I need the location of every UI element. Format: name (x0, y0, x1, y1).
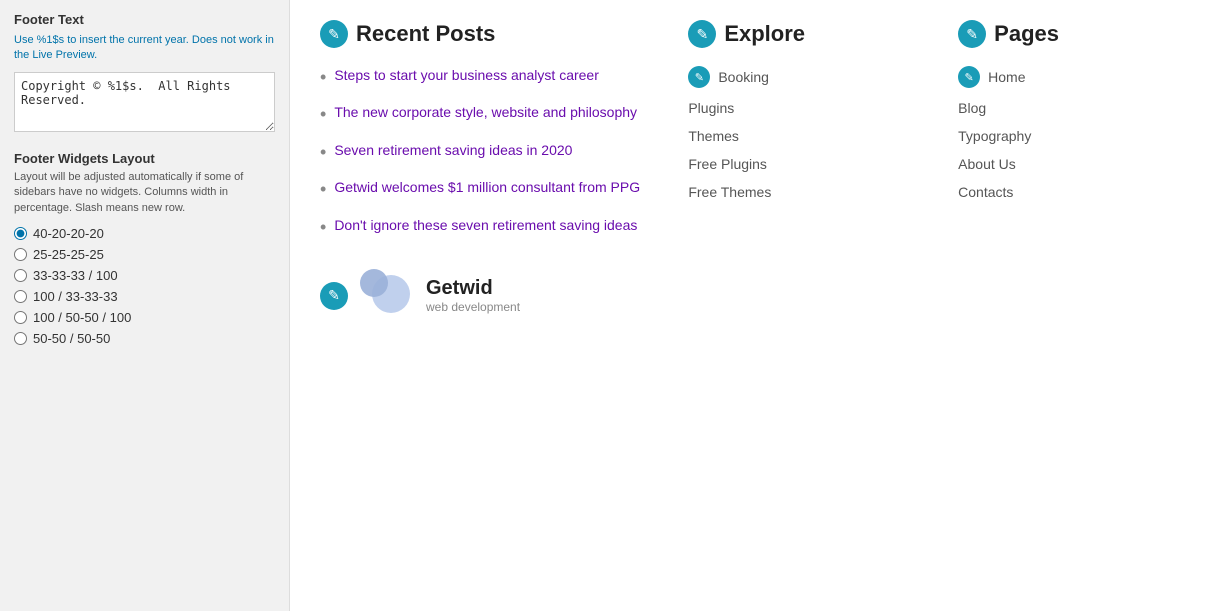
list-item: Typography (958, 128, 1188, 144)
explore-item-icon[interactable]: ✎ (688, 66, 710, 88)
pages-header: ✎ Pages (958, 20, 1188, 48)
getwid-brand: ✎ Getwid web development (320, 269, 648, 323)
list-item: ✎ Home (958, 66, 1188, 88)
explore-item-plugins: Plugins (688, 100, 734, 116)
footer-text-input[interactable]: Copyright © %1$s. All Rights Reserved. (14, 72, 275, 132)
pages-item-typography: Typography (958, 128, 1031, 144)
getwid-text: Getwid web development (426, 277, 520, 314)
explore-widget: ✎ Explore ✎ Booking Plugins Themes Free … (688, 20, 918, 212)
layout-option-1[interactable]: 40-20-20-20 (14, 226, 275, 241)
list-item: Free Themes (688, 184, 918, 200)
list-item: Free Plugins (688, 156, 918, 172)
getwid-edit-icon[interactable]: ✎ (320, 282, 348, 310)
bullet-icon: • (320, 103, 326, 126)
list-item: Contacts (958, 184, 1188, 200)
explore-item-free-themes: Free Themes (688, 184, 771, 200)
explore-header: ✎ Explore (688, 20, 918, 48)
pages-list: ✎ Home Blog Typography About Us Contacts (958, 66, 1188, 200)
bullet-icon: • (320, 216, 326, 239)
explore-item-themes: Themes (688, 128, 739, 144)
footer-text-label: Footer Text (14, 12, 275, 27)
getwid-subtitle: web development (426, 300, 520, 314)
recent-posts-header: ✎ Recent Posts (320, 20, 648, 48)
bullet-icon: • (320, 66, 326, 89)
post-link-1[interactable]: Steps to start your business analyst car… (334, 66, 599, 86)
layout-option-4[interactable]: 100 / 33-33-33 (14, 289, 275, 304)
footer-widgets-hint: Layout will be adjusted automatically if… (14, 170, 275, 216)
getwid-name: Getwid (426, 277, 520, 300)
explore-edit-icon[interactable]: ✎ (688, 20, 716, 48)
widgets-row: ✎ Recent Posts • Steps to start your bus… (320, 20, 1188, 323)
pages-item-blog: Blog (958, 100, 986, 116)
post-link-2[interactable]: The new corporate style, website and phi… (334, 103, 637, 123)
getwid-logo (360, 269, 414, 323)
list-item: About Us (958, 156, 1188, 172)
layout-option-5[interactable]: 100 / 50-50 / 100 (14, 310, 275, 325)
explore-title: Explore (724, 21, 805, 47)
explore-item-free-plugins: Free Plugins (688, 156, 767, 172)
list-item: ✎ Booking (688, 66, 918, 88)
recent-posts-widget: ✎ Recent Posts • Steps to start your bus… (320, 20, 648, 323)
layout-options: 40-20-20-20 25-25-25-25 33-33-33 / 100 1… (14, 226, 275, 346)
bullet-icon: • (320, 178, 326, 201)
pages-edit-icon[interactable]: ✎ (958, 20, 986, 48)
layout-option-2[interactable]: 25-25-25-25 (14, 247, 275, 262)
list-item: Blog (958, 100, 1188, 116)
post-link-3[interactable]: Seven retirement saving ideas in 2020 (334, 141, 572, 161)
post-link-4[interactable]: Getwid welcomes $1 million consultant fr… (334, 178, 640, 198)
pages-item-home: Home (988, 69, 1025, 85)
list-item: Themes (688, 128, 918, 144)
bullet-icon: • (320, 141, 326, 164)
post-link-5[interactable]: Don't ignore these seven retirement savi… (334, 216, 637, 236)
explore-list: ✎ Booking Plugins Themes Free Plugins Fr… (688, 66, 918, 200)
recent-posts-edit-icon[interactable]: ✎ (320, 20, 348, 48)
logo-bubble-2 (360, 269, 388, 297)
left-panel: Footer Text Use %1$s to insert the curre… (0, 0, 290, 611)
pages-widget: ✎ Pages ✎ Home Blog Typography About Us (958, 20, 1188, 212)
recent-posts-list: • Steps to start your business analyst c… (320, 66, 648, 239)
pages-item-about-us: About Us (958, 156, 1016, 172)
pages-title: Pages (994, 21, 1059, 47)
list-item: • Getwid welcomes $1 million consultant … (320, 178, 648, 201)
right-panel: ✎ Recent Posts • Steps to start your bus… (290, 0, 1218, 611)
list-item: • Steps to start your business analyst c… (320, 66, 648, 89)
list-item: • Don't ignore these seven retirement sa… (320, 216, 648, 239)
pages-item-icon[interactable]: ✎ (958, 66, 980, 88)
pages-item-contacts: Contacts (958, 184, 1013, 200)
recent-posts-title: Recent Posts (356, 21, 495, 47)
layout-option-6[interactable]: 50-50 / 50-50 (14, 331, 275, 346)
footer-widgets-label: Footer Widgets Layout (14, 151, 275, 166)
list-item: Plugins (688, 100, 918, 116)
list-item: • The new corporate style, website and p… (320, 103, 648, 126)
layout-option-3[interactable]: 33-33-33 / 100 (14, 268, 275, 283)
footer-text-hint: Use %1$s to insert the current year. Doe… (14, 33, 275, 64)
list-item: • Seven retirement saving ideas in 2020 (320, 141, 648, 164)
explore-item-booking: Booking (718, 69, 769, 85)
